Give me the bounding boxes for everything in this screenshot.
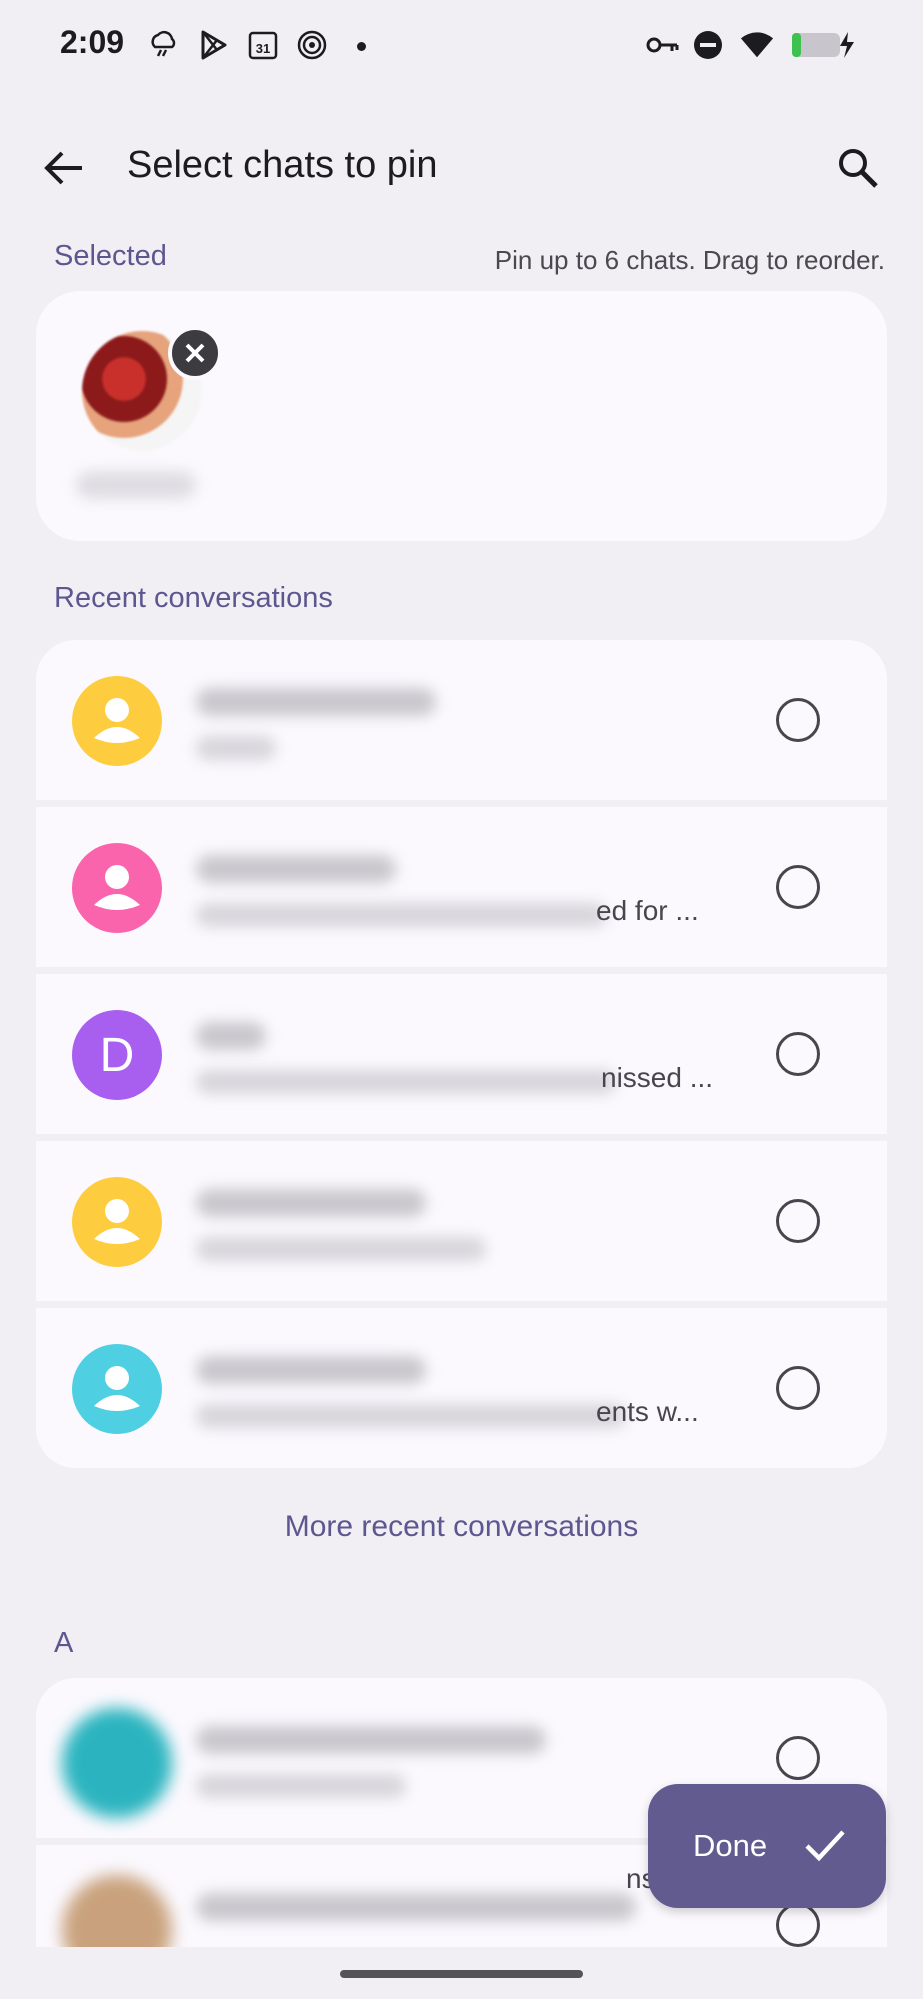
person-icon <box>94 865 140 910</box>
select-radio[interactable] <box>776 1366 820 1410</box>
select-radio[interactable] <box>776 698 820 742</box>
contact-name-redacted <box>196 1356 426 1384</box>
message-snippet-redacted <box>196 1070 616 1094</box>
message-snippet: ed for ... <box>596 895 699 926</box>
person-icon <box>94 698 140 743</box>
select-radio[interactable] <box>776 865 820 909</box>
status-bar: 2:09 31 <box>0 0 923 92</box>
selected-chats-card <box>36 291 887 541</box>
calendar-icon: 31 <box>246 28 280 62</box>
status-time: 2:09 <box>60 24 125 60</box>
check-icon <box>805 1830 845 1862</box>
avatar-letter: D <box>99 1028 135 1082</box>
contact-avatar <box>72 843 162 933</box>
remove-selected-button[interactable] <box>168 326 222 380</box>
contact-name-redacted <box>196 688 436 716</box>
contact-detail-redacted <box>196 1774 406 1798</box>
contact-name-redacted <box>196 1189 426 1217</box>
recent-section-label: Recent conversations <box>54 582 333 614</box>
select-radio[interactable] <box>776 1032 820 1076</box>
search-button[interactable] <box>830 140 886 196</box>
message-snippet-redacted <box>196 736 276 760</box>
message-snippet-redacted <box>196 1404 626 1428</box>
vpn-key-icon <box>646 28 680 62</box>
list-item[interactable]: ed for ... <box>36 807 887 967</box>
contact-avatar <box>72 1177 162 1267</box>
contact-name-redacted <box>196 1726 546 1754</box>
arrow-back-icon <box>44 151 82 185</box>
message-snippet: ents w... <box>596 1396 699 1427</box>
contact-avatar: D <box>72 1010 162 1100</box>
back-button[interactable] <box>36 140 92 196</box>
alpha-section-label: A <box>54 1627 74 1659</box>
divider <box>36 967 887 974</box>
close-icon <box>185 343 205 363</box>
divider <box>36 1301 887 1308</box>
selected-chat-name-redacted <box>76 471 196 499</box>
select-radio[interactable] <box>776 1199 820 1243</box>
contact-avatar <box>72 1344 162 1434</box>
divider <box>36 800 887 807</box>
home-indicator[interactable] <box>340 1970 583 1978</box>
weather-icon <box>146 28 180 62</box>
notification-dot-icon <box>357 42 366 51</box>
page-title: Select chats to pin <box>127 144 438 186</box>
done-label: Done <box>693 1828 768 1863</box>
more-recent-conversations-link[interactable]: More recent conversations <box>0 1510 923 1544</box>
recent-conversations-list: ed for ... D nissed ... ents w... <box>36 640 887 1468</box>
list-item[interactable] <box>36 640 887 800</box>
wifi-icon <box>740 28 774 62</box>
person-icon <box>94 1199 140 1244</box>
contact-avatar <box>72 676 162 766</box>
divider <box>36 1134 887 1141</box>
list-item[interactable] <box>36 1141 887 1301</box>
list-item[interactable]: D nissed ... <box>36 974 887 1134</box>
contact-name-redacted <box>196 855 396 883</box>
done-button[interactable]: Done <box>648 1784 886 1908</box>
svg-text:31: 31 <box>256 41 270 56</box>
message-snippet: nissed ... <box>601 1062 714 1093</box>
selected-section-label: Selected <box>54 240 167 272</box>
select-radio[interactable] <box>776 1736 820 1780</box>
message-snippet-redacted <box>196 1237 486 1261</box>
message-snippet-redacted <box>196 903 606 927</box>
play-store-icon <box>196 28 230 62</box>
select-radio[interactable] <box>776 1903 820 1947</box>
pin-limit-hint: Pin up to 6 chats. Drag to reorder. <box>494 245 885 275</box>
contact-avatar <box>62 1708 172 1818</box>
do-not-disturb-icon <box>691 28 725 62</box>
top-app-bar: Select chats to pin <box>0 110 923 220</box>
person-icon <box>94 1366 140 1411</box>
contact-name-redacted <box>196 1022 266 1050</box>
contact-name-redacted <box>196 1893 636 1921</box>
spiral-icon <box>295 28 329 62</box>
battery-icon <box>790 28 860 62</box>
list-item[interactable]: ents w... <box>36 1308 887 1468</box>
search-icon <box>839 149 878 188</box>
